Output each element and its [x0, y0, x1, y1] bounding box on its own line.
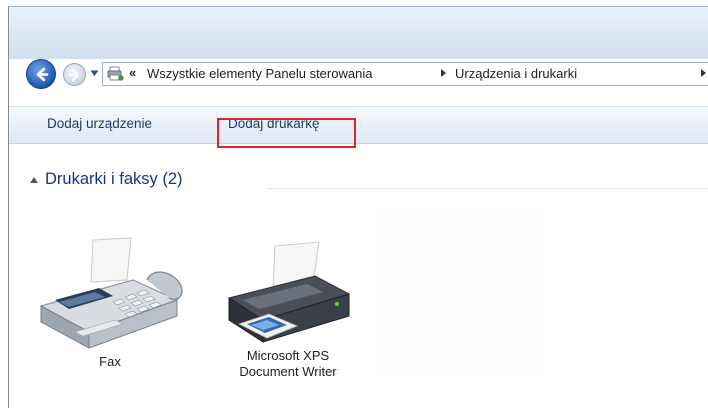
forward-arrow-icon [68, 68, 80, 82]
group-divider [268, 188, 708, 189]
devices-printers-icon [107, 66, 124, 81]
navigation-bar: « Wszystkie elementy Panelu sterowania U… [26, 58, 708, 90]
breadcrumb-devices-printers[interactable]: Urządzenia i drukarki [455, 66, 577, 81]
address-bar[interactable]: « Wszystkie elementy Panelu sterowania U… [102, 62, 708, 86]
recent-pages-chevron-down-icon[interactable] [90, 70, 99, 77]
command-bar: Dodaj urządzenie Dodaj drukarkę [9, 106, 708, 144]
device-label-fax: Fax [99, 354, 121, 369]
add-printer-highlight-box [217, 118, 356, 148]
device-label-line-1: Microsoft XPS [246, 348, 330, 363]
empty-tile-area [378, 206, 542, 376]
breadcrumb-control-panel-items[interactable]: Wszystkie elementy Panelu sterowania [147, 66, 372, 81]
window-title-area [9, 7, 708, 59]
group-title: Drukarki i faksy (2) [45, 170, 183, 188]
breadcrumb-separator-icon[interactable] [701, 69, 706, 77]
back-arrow-icon [36, 67, 49, 82]
breadcrumb-separator-icon[interactable] [441, 69, 446, 77]
forward-button[interactable] [63, 63, 86, 86]
collapse-caret-icon[interactable] [30, 177, 38, 183]
printer-icon [227, 241, 351, 343]
back-button[interactable] [26, 59, 56, 89]
device-xps-document-writer[interactable]: Microsoft XPS Document Writer [208, 240, 368, 380]
fax-icon [39, 237, 183, 349]
device-label-line-2: Document Writer [239, 364, 337, 379]
add-device-button[interactable]: Dodaj urządzenie [47, 116, 152, 131]
device-fax[interactable]: Fax [30, 236, 190, 370]
breadcrumb-overflow-button[interactable]: « [129, 65, 136, 80]
